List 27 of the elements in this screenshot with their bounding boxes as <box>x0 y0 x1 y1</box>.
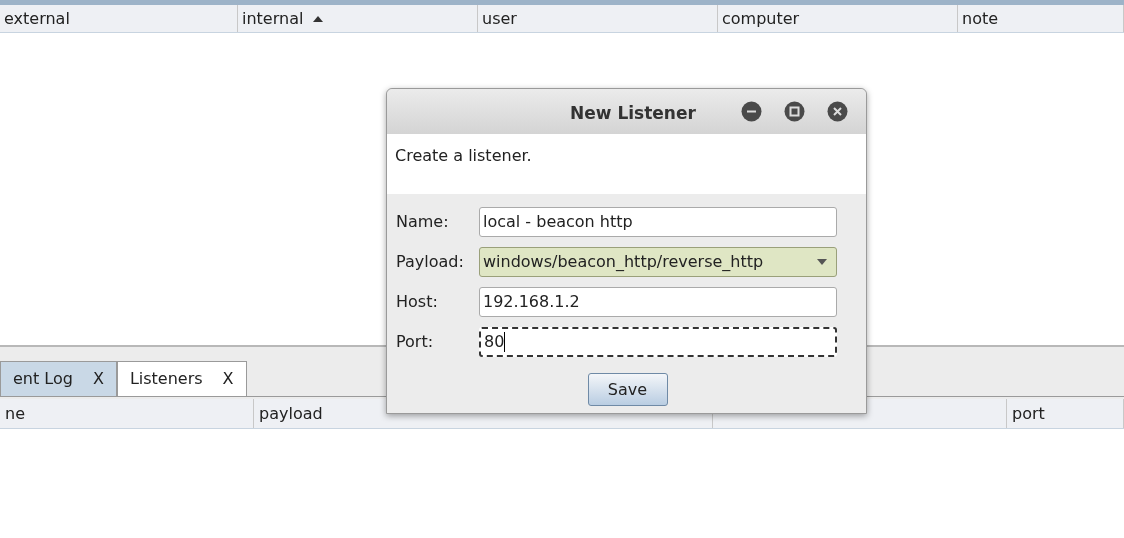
column-header[interactable]: port <box>1007 399 1124 428</box>
input-field[interactable]: local - beacon http <box>479 207 837 237</box>
caret-icon <box>817 259 827 265</box>
maximize-icon[interactable] <box>784 101 805 122</box>
tab[interactable]: Listeners X <box>116 361 247 396</box>
tab[interactable]: ent Log X <box>0 361 117 396</box>
save-button[interactable]: Save <box>587 373 668 406</box>
column-header[interactable]: note <box>958 5 1124 32</box>
field-label: Port: <box>396 331 435 353</box>
dialog-description: Create a listener. <box>395 146 532 165</box>
field-label: Name: <box>396 211 450 233</box>
text-cursor <box>504 332 506 352</box>
field-label: Host: <box>396 291 439 313</box>
input-field[interactable]: 80 <box>479 327 837 357</box>
input-field[interactable]: 192.168.1.2 <box>479 287 837 317</box>
payload-dropdown[interactable]: windows/beacon_http/reverse_http <box>479 247 837 277</box>
column-header[interactable]: user <box>478 5 718 32</box>
column-header[interactable]: internal <box>238 5 478 32</box>
column-header[interactable]: ne <box>0 399 254 428</box>
close-tab-button[interactable]: X <box>92 367 104 391</box>
close-tab-button[interactable]: X <box>222 367 234 391</box>
field-label: Payload: <box>396 251 465 273</box>
column-header[interactable]: computer <box>718 5 958 32</box>
window-title: New Listener <box>570 102 696 125</box>
close-icon[interactable] <box>827 101 848 122</box>
column-header[interactable]: external <box>0 5 238 32</box>
minimize-icon[interactable] <box>741 101 762 122</box>
